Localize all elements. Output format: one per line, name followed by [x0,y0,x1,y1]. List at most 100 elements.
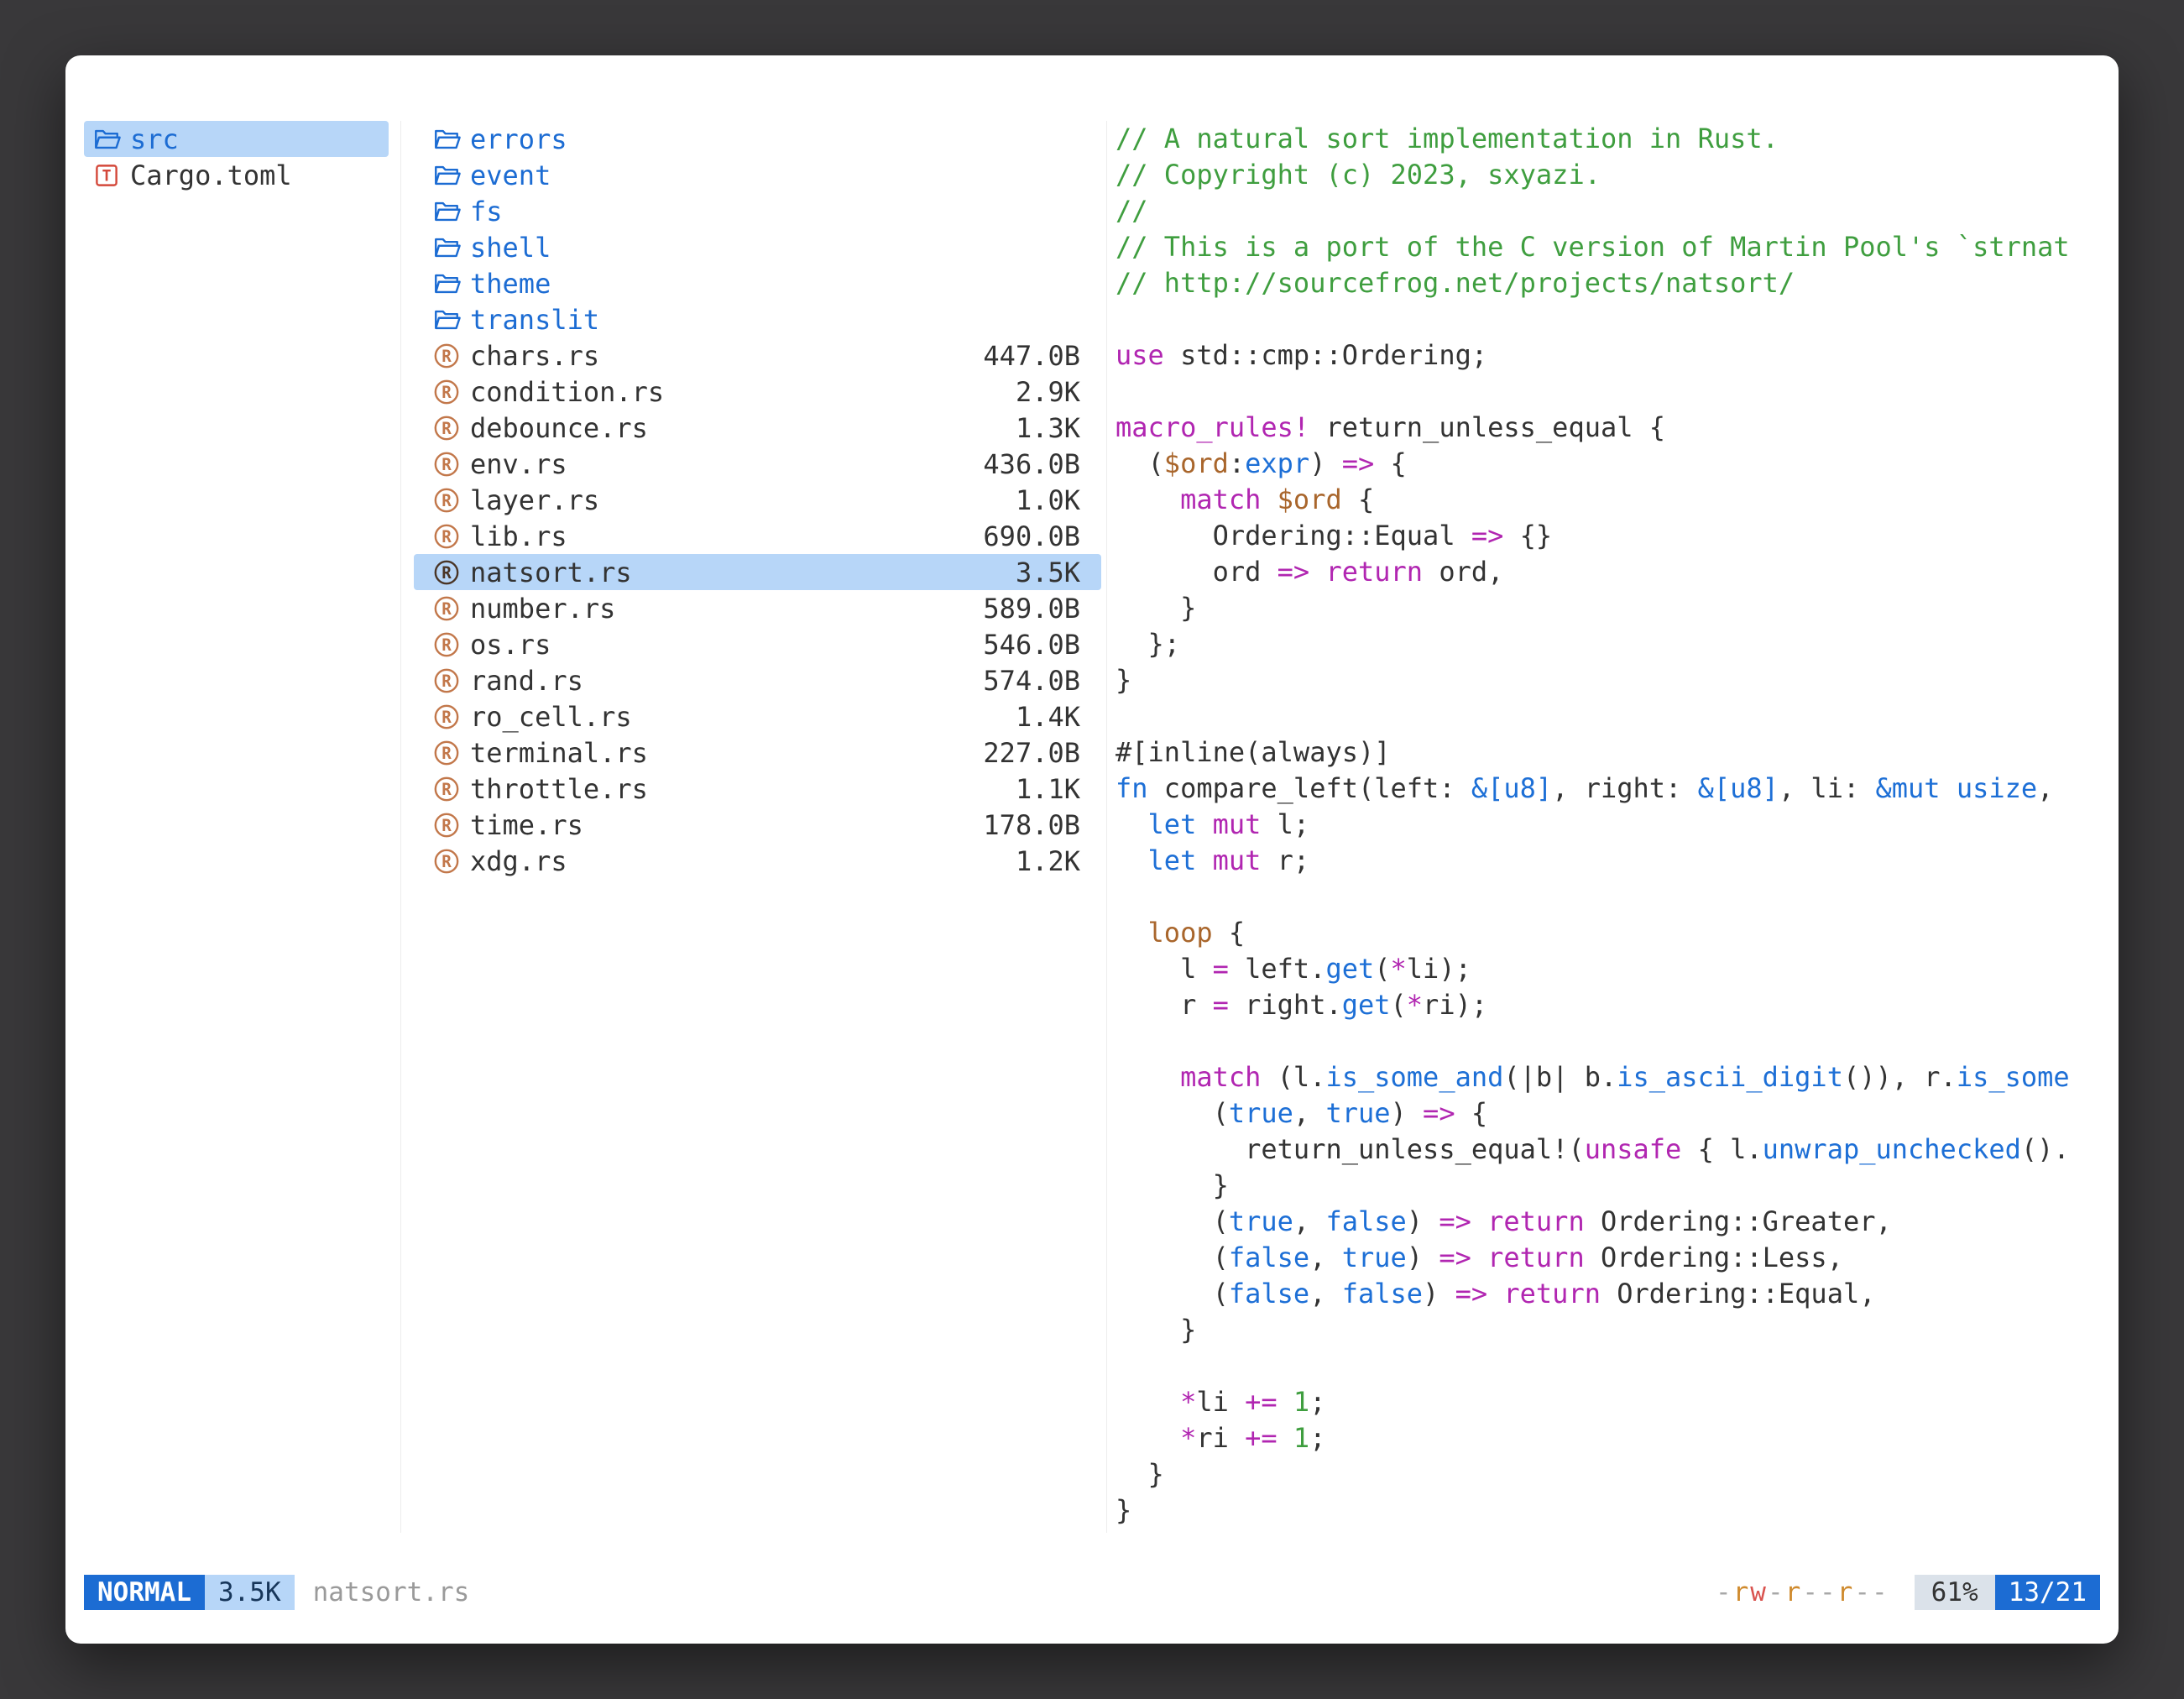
entry-size: 1.2K [1016,845,1080,877]
dir-row-event[interactable]: event [414,157,1101,193]
entry-name: ro_cell.rs [470,701,632,733]
file-row-terminal.rs[interactable]: Rterminal.rs227.0B [414,734,1101,771]
svg-text:R: R [442,815,452,834]
file-row-xdg.rs[interactable]: Rxdg.rs1.2K [414,843,1101,879]
file-row-lib.rs[interactable]: Rlib.rs690.0B [414,518,1101,554]
file-row-layer.rs[interactable]: Rlayer.rs1.0K [414,482,1101,518]
file-preview-pane[interactable]: // A natural sort implementation in Rust… [1116,121,2098,1533]
cursor-position-badge: 13/21 [1995,1575,2100,1610]
entry-size: 178.0B [983,809,1080,841]
folder-icon [92,125,121,154]
svg-text:R: R [442,743,452,762]
dir-row-theme[interactable]: theme [414,265,1101,301]
dir-row-errors[interactable]: errors [414,121,1101,157]
entry-name: errors [470,123,567,155]
code-line: (false, false) => return Ordering::Equal… [1116,1276,2098,1312]
rust-file-icon: R [432,450,461,478]
entry-name: theme [470,268,551,300]
entry-size: 1.4K [1016,701,1080,733]
svg-text:R: R [442,562,452,582]
svg-text:R: R [442,707,452,726]
entry-name: condition.rs [470,376,664,408]
file-row-natsort.rs[interactable]: Rnatsort.rs 3.5K [414,554,1101,590]
entry-name: time.rs [470,809,583,841]
file-row-os.rs[interactable]: Ros.rs546.0B [414,626,1101,662]
svg-text:R: R [442,526,452,546]
code-line [1116,879,2098,915]
folder-icon [432,197,461,226]
code-line: } [1116,590,2098,626]
scroll-percent-badge: 61% [1915,1575,1995,1610]
code-line: // [1116,193,2098,229]
code-line: l = left.get(*li); [1116,951,2098,987]
file-row-rand.rs[interactable]: Rrand.rs574.0B [414,662,1101,698]
dir-row-translit[interactable]: translit [414,301,1101,337]
code-line: let mut r; [1116,843,2098,879]
entry-name: chars.rs [470,340,599,372]
rust-file-icon: R [432,522,461,551]
code-line: // Copyright (c) 2023, sxyazi. [1116,157,2098,193]
svg-text:R: R [442,635,452,654]
file-row-Cargo.toml[interactable]: TCargo.toml [84,157,389,193]
entry-size: 436.0B [983,448,1080,480]
file-size-badge: 3.5K [205,1575,295,1610]
code-line: // This is a port of the C version of Ma… [1116,229,2098,265]
mode-indicator: NORMAL [84,1575,205,1610]
entry-size: 447.0B [983,340,1080,372]
entry-name: src [130,123,179,155]
dir-row-src[interactable]: src [84,121,389,157]
entry-size: 1.1K [1016,773,1080,805]
code-line: } [1116,1456,2098,1493]
code-line: match $ord { [1116,482,2098,518]
file-row-number.rs[interactable]: Rnumber.rs589.0B [414,590,1101,626]
rust-file-icon: R [432,847,461,876]
file-row-chars.rs[interactable]: Rchars.rs 447.0B [414,337,1101,374]
entry-name: number.rs [470,593,615,625]
dir-row-shell[interactable]: shell [414,229,1101,265]
dir-row-fs[interactable]: fs [414,193,1101,229]
svg-text:R: R [442,779,452,798]
code-line: *ri += 1; [1116,1420,2098,1456]
entry-size: 3.5K [1016,557,1080,588]
current-directory-pane: errorseventfsshellthemetranslitRchars.rs… [414,121,1101,1533]
code-line: } [1116,1493,2098,1529]
code-line: ord => return ord, [1116,554,2098,590]
folder-icon [432,269,461,298]
yazi-file-manager-window: srcTCargo.toml errors eventfsshell theme tr… [65,55,2119,1644]
folder-icon [432,125,461,154]
svg-text:R: R [442,599,452,618]
rust-file-icon: R [432,342,461,370]
file-row-debounce.rs[interactable]: Rdebounce.rs1.3K [414,410,1101,446]
status-filename: natsort.rs [313,1577,470,1608]
entry-name: shell [470,232,551,264]
entry-size: 1.0K [1016,484,1080,516]
code-line: (true, true) => { [1116,1095,2098,1132]
file-row-condition.rs[interactable]: Rcondition.rs2.9K [414,374,1101,410]
file-row-time.rs[interactable]: Rtime.rs 178.0B [414,807,1101,843]
code-line: return_unless_equal!(unsafe { l.unwrap_u… [1116,1132,2098,1168]
entry-name: throttle.rs [470,773,648,805]
parent-directory-pane: srcTCargo.toml [84,121,389,1533]
code-line [1116,1348,2098,1384]
code-line: // A natural sort implementation in Rust… [1116,121,2098,157]
rust-file-icon: R [432,594,461,623]
entry-size: 690.0B [983,520,1080,552]
file-row-ro_cell.rs[interactable]: Rro_cell.rs 1.4K [414,698,1101,734]
folder-icon [432,161,461,190]
entry-name: event [470,159,551,191]
code-line: (true, false) => return Ordering::Greate… [1116,1204,2098,1240]
entry-name: translit [470,304,599,336]
entry-name: natsort.rs [470,557,632,588]
file-row-env.rs[interactable]: Renv.rs436.0B [414,446,1101,482]
permissions-indicator: -rw-r--r-- [1716,1577,1889,1608]
entry-name: debounce.rs [470,412,648,444]
svg-text:R: R [442,382,452,401]
code-line [1116,374,2098,410]
code-line: } [1116,662,2098,698]
pane-divider [1106,121,1107,1533]
file-row-throttle.rs[interactable]: Rthrottle.rs 1.1K [414,771,1101,807]
toml-file-icon: T [92,161,121,190]
pane-container: srcTCargo.toml errors eventfsshell theme tr… [65,121,2119,1533]
code-line: macro_rules! return_unless_equal { [1116,410,2098,446]
rust-file-icon: R [432,558,461,587]
